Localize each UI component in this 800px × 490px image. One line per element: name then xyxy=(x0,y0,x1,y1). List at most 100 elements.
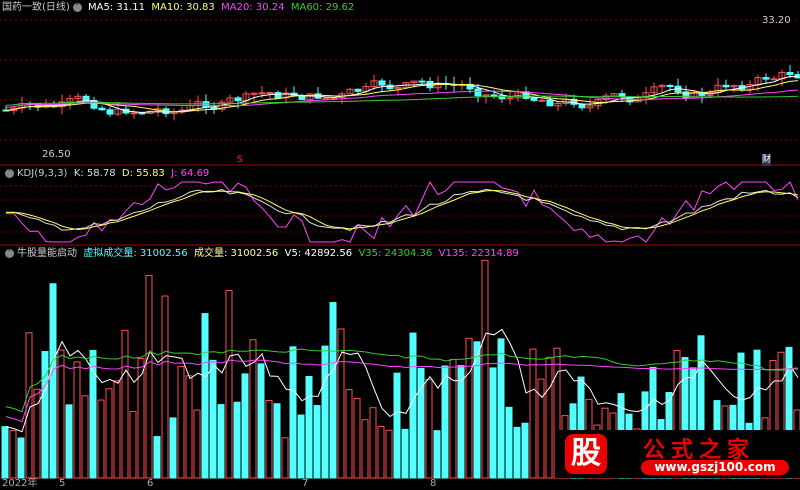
stock-chart[interactable] xyxy=(0,0,800,490)
volume-bar xyxy=(377,425,385,479)
chevron-down-icon[interactable]: ˅ xyxy=(5,248,14,258)
volume-bar xyxy=(281,437,289,479)
volume-bar xyxy=(57,349,65,479)
ma60-value: MA60: 29.62 xyxy=(290,2,355,13)
volume-bar xyxy=(89,349,97,479)
kdj-j-line xyxy=(5,181,799,243)
signal-marker-s[interactable]: S xyxy=(237,154,243,166)
volume-bar xyxy=(209,359,217,479)
volume-bar xyxy=(97,399,105,479)
candle xyxy=(274,92,282,99)
candle xyxy=(138,112,146,115)
candle xyxy=(250,92,258,95)
candle xyxy=(258,92,266,95)
ma5-value: MA5: 31.11 xyxy=(88,2,146,13)
candle xyxy=(354,88,362,92)
volume-bar xyxy=(385,429,393,479)
candle xyxy=(546,99,554,107)
volume-bar xyxy=(33,388,41,479)
candle xyxy=(786,71,794,76)
candle xyxy=(482,94,490,97)
volume-bar xyxy=(217,404,225,479)
v135-value: V135: 22314.89 xyxy=(438,248,519,259)
v5-line xyxy=(5,328,799,433)
volume-bar xyxy=(9,430,17,479)
volume-bar xyxy=(129,411,137,479)
volume-bar xyxy=(465,337,473,479)
candle xyxy=(98,107,106,111)
watermark-url: www.gszj100.com xyxy=(641,460,789,475)
chevron-down-icon[interactable]: ˅ xyxy=(5,168,14,178)
volume-bar xyxy=(481,259,489,479)
volume-bar xyxy=(177,365,185,479)
kdj-legend: ˅ KDJ(9,3,3) K: 58.78 D: 55.83 J: 64.69 xyxy=(2,168,209,180)
finance-marker[interactable]: 财 xyxy=(762,154,772,166)
kdj-title: KDJ(9,3,3) xyxy=(17,168,68,179)
volume-bar xyxy=(225,290,233,479)
kdj-j-value: J: 64.69 xyxy=(171,168,210,179)
kdj-k-value: K: 58.78 xyxy=(73,168,116,179)
candle xyxy=(474,88,482,97)
candle xyxy=(418,80,426,83)
candle xyxy=(234,97,242,102)
volume-bar xyxy=(441,365,449,479)
candle xyxy=(202,101,210,108)
volume-bar xyxy=(489,367,497,479)
low-price-label: 26.50 xyxy=(42,149,71,160)
candle xyxy=(82,95,90,101)
v35-value: V35: 24304.36 xyxy=(358,248,433,259)
main-legend: 国药一致(日线) ˅ MA5: 31.11 MA10: 30.83 MA20: 3… xyxy=(2,2,354,14)
volume-bar xyxy=(409,332,417,479)
candle xyxy=(770,78,778,81)
axis-label-may: 5 xyxy=(59,478,66,489)
volume-bar xyxy=(1,426,9,479)
volume-bar xyxy=(321,345,329,479)
volume-bar xyxy=(153,436,161,479)
candle xyxy=(490,94,498,97)
volume-bar xyxy=(137,358,145,479)
volume-bar xyxy=(329,302,337,479)
volume-bar xyxy=(505,406,513,479)
ma10-value: MA10: 30.83 xyxy=(151,2,215,13)
volume-bar xyxy=(497,338,505,479)
volume-bar xyxy=(81,395,89,479)
volume-bar xyxy=(193,409,201,479)
candle xyxy=(538,99,546,102)
axis-label-july: 7 xyxy=(302,478,309,489)
v35-line xyxy=(5,348,799,413)
volume-bar xyxy=(273,403,281,479)
volume-bar xyxy=(345,389,353,479)
volume-bar xyxy=(289,346,297,479)
volume-indicator-title: 牛股量能启动 xyxy=(17,248,77,259)
chevron-down-icon[interactable]: ˅ xyxy=(72,2,82,12)
volume-bar xyxy=(425,379,433,479)
candle xyxy=(378,80,386,86)
volume-bar xyxy=(73,361,81,479)
candle xyxy=(130,112,138,115)
watermark: 股 公式之家 www.gszj100.com xyxy=(555,430,800,478)
volume-bar xyxy=(41,351,49,479)
axis-label-june: 6 xyxy=(147,478,154,489)
volume-bar xyxy=(433,430,441,479)
volume-bar xyxy=(65,404,73,479)
candle xyxy=(578,103,586,109)
candle xyxy=(106,109,114,115)
volume-bar xyxy=(121,329,129,479)
volume-bar xyxy=(457,365,465,479)
axis-label-year: 2022年 xyxy=(2,478,38,489)
volume-bar xyxy=(201,313,209,479)
stock-title: 国药一致(日线) xyxy=(2,2,70,13)
axis-label-august: 8 xyxy=(430,478,437,489)
volume-bar xyxy=(393,372,401,479)
candle xyxy=(530,97,538,101)
volume-bar xyxy=(113,380,121,479)
volume-bar xyxy=(297,414,305,479)
candle xyxy=(322,97,330,100)
volume-bar xyxy=(529,348,537,479)
candle xyxy=(666,85,674,88)
candle xyxy=(266,92,274,95)
volume-bar xyxy=(241,373,249,479)
volume-value: 成交量: 31002.56 xyxy=(193,248,279,259)
volume-bar xyxy=(169,417,177,479)
high-price-label: 33.20 xyxy=(762,15,791,26)
